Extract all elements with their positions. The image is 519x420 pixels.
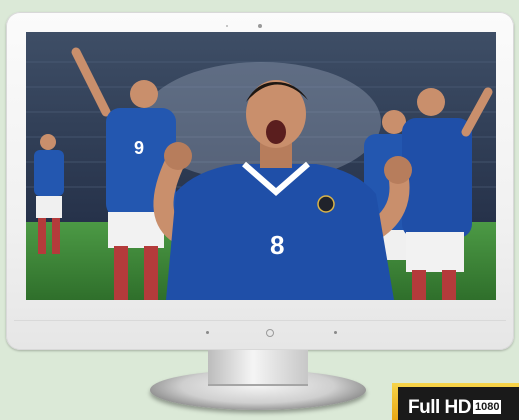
stand-neck	[208, 350, 308, 386]
full-hd-badge: Full HD 1080	[392, 383, 519, 420]
screen-image: 9 8	[26, 32, 496, 300]
sensor-icon	[226, 25, 228, 27]
webcam-icon	[258, 24, 262, 28]
monitor-chin	[14, 320, 506, 345]
all-in-one-monitor: 9 8	[6, 12, 514, 350]
power-button-icon[interactable]	[266, 329, 274, 337]
resolution-label: 1080	[473, 400, 502, 414]
main-player-number: 8	[270, 230, 284, 260]
full-hd-label: Full HD	[408, 397, 472, 418]
background-player-9-number: 9	[134, 138, 144, 158]
control-button-icon[interactable]	[334, 331, 337, 334]
control-button-icon[interactable]	[206, 331, 209, 334]
